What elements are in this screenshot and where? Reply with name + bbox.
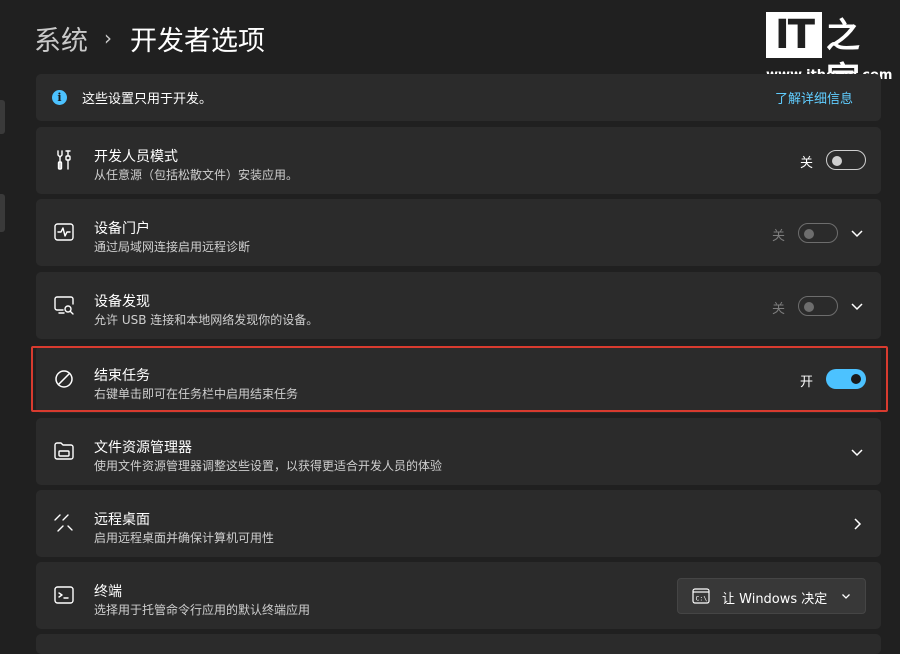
setting-developer-mode[interactable]: 开发人员模式 从任意源（包括松散文件）安装应用。 关 — [36, 127, 881, 194]
setting-description: 从任意源（包括松散文件）安装应用。 — [94, 168, 299, 182]
setting-file-explorer[interactable]: 文件资源管理器 使用文件资源管理器调整这些设置，以获得更适合开发人员的体验 — [36, 418, 881, 485]
folder-icon — [52, 439, 76, 463]
developer-info-banner: i 这些设置只用于开发。 了解详细信息 — [36, 74, 881, 121]
remote-desktop-icon — [52, 511, 76, 535]
setting-description: 使用文件资源管理器调整这些设置，以获得更适合开发人员的体验 — [94, 459, 443, 473]
chevron-down-icon[interactable] — [850, 445, 864, 459]
terminal-icon — [52, 583, 76, 607]
device-portal-icon — [52, 220, 76, 244]
setting-title: 远程桌面 — [94, 512, 150, 528]
setting-device-portal[interactable]: 设备门户 通过局域网连接启用远程诊断 关 — [36, 199, 881, 266]
tools-icon — [52, 148, 76, 172]
svg-text:C:\: C:\ — [696, 595, 708, 603]
developer-mode-toggle[interactable] — [826, 150, 866, 170]
setting-remote-desktop[interactable]: 远程桌面 启用远程桌面并确保计算机可用性 — [36, 490, 881, 557]
breadcrumb-system[interactable]: 系统 — [34, 19, 88, 58]
setting-title: 设备发现 — [94, 294, 150, 310]
learn-more-link[interactable]: 了解详细信息 — [775, 88, 853, 107]
setting-description: 允许 USB 连接和本地网络发现你的设备。 — [94, 313, 319, 327]
terminal-app-dropdown[interactable]: C:\ 让 Windows 决定 — [677, 578, 866, 614]
setting-next-partial — [36, 634, 881, 654]
breadcrumb: 系统 › 开发者选项 — [34, 18, 265, 58]
nav-pane-edge-top — [0, 100, 5, 134]
toggle-state-label: 关 — [772, 229, 786, 244]
dropdown-selected-value: 让 Windows 决定 — [722, 592, 828, 607]
setting-title: 设备门户 — [94, 221, 150, 237]
chevron-down-icon[interactable] — [850, 299, 864, 313]
info-icon: i — [52, 90, 67, 105]
setting-title: 终端 — [94, 584, 122, 600]
info-text: 这些设置只用于开发。 — [82, 92, 213, 107]
toggle-state-label: 关 — [800, 156, 814, 171]
breadcrumb-separator: › — [104, 26, 112, 50]
setting-description: 启用远程桌面并确保计算机可用性 — [94, 531, 275, 545]
setting-description: 选择用于托管命令行应用的默认终端应用 — [94, 603, 311, 617]
setting-device-discovery[interactable]: 设备发现 允许 USB 连接和本地网络发现你的设备。 关 — [36, 272, 881, 339]
setting-title: 文件资源管理器 — [94, 440, 192, 456]
watermark-logo-it: IT — [766, 12, 822, 58]
page-title: 开发者选项 — [130, 25, 265, 57]
terminal-app-icon: C:\ — [692, 588, 710, 604]
device-portal-toggle — [798, 223, 838, 243]
chevron-right-icon[interactable] — [850, 517, 864, 531]
chevron-down-icon[interactable] — [850, 226, 864, 240]
toggle-state-label: 关 — [772, 302, 786, 317]
chevron-down-icon — [841, 591, 851, 601]
setting-title: 开发人员模式 — [94, 149, 178, 165]
nav-pane-edge-bottom — [0, 194, 5, 232]
setting-description: 通过局域网连接启用远程诊断 — [94, 240, 251, 254]
device-discovery-toggle — [798, 296, 838, 316]
highlight-box — [31, 346, 888, 412]
device-discovery-icon — [52, 293, 76, 317]
